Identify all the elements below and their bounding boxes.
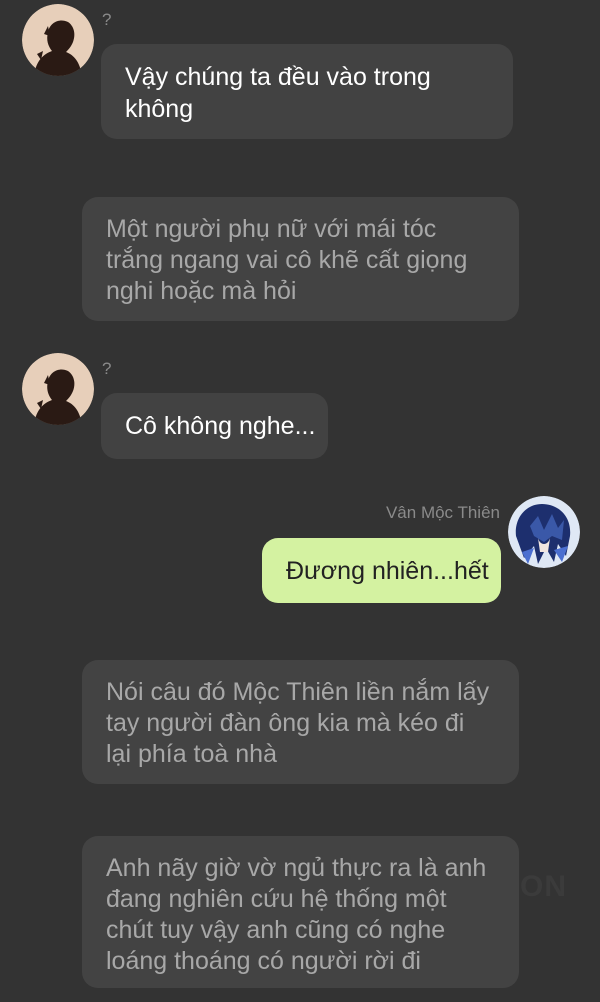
silhouette-avatar-icon [22, 353, 94, 425]
chat-screen: { "messages": [ {"kind": "incoming", "se… [0, 0, 600, 1002]
sender-name: ? [102, 359, 112, 378]
sender-name: ? [102, 10, 112, 29]
silhouette-avatar-icon [22, 4, 94, 76]
incoming-message-bubble[interactable]: Cô không nghe... [101, 393, 328, 459]
sender-name: Vân Mộc Thiên [385, 503, 500, 522]
anime-character-avatar-icon [508, 496, 580, 568]
narration-bubble[interactable]: Nói câu đó Mộc Thiên liền nắm lấy tay ng… [82, 660, 519, 784]
narration-bubble[interactable]: Anh nãy giờ vờ ngủ thực ra là anh đang n… [82, 836, 519, 988]
avatar-unknown-sender[interactable] [22, 353, 94, 425]
watermark: ON [520, 870, 567, 903]
incoming-message-bubble[interactable]: Vậy chúng ta đều vào trong không [101, 44, 513, 139]
avatar-unknown-sender[interactable] [22, 4, 94, 76]
narration-bubble[interactable]: Một người phụ nữ với mái tóc trắng ngang… [82, 197, 519, 321]
avatar-van-moc-thien[interactable] [508, 496, 580, 568]
outgoing-message-bubble[interactable]: Đương nhiên...hết [262, 538, 501, 603]
